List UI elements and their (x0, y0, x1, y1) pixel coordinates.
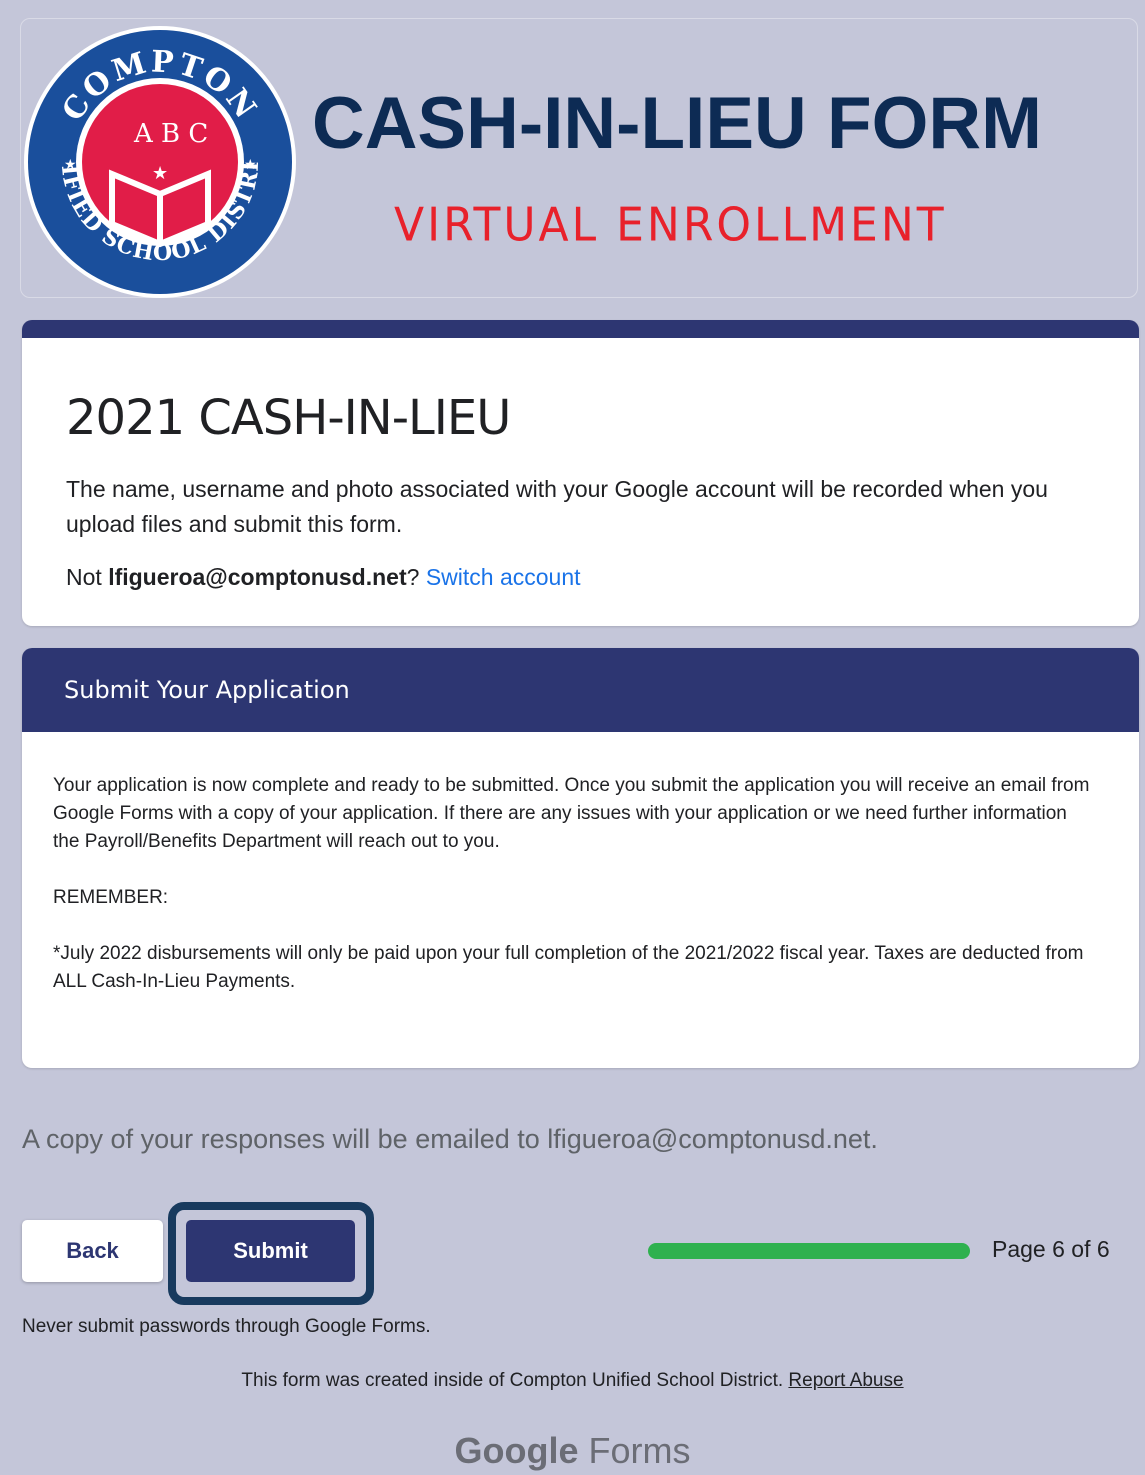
banner-title: CASH-IN-LIEU FORM (312, 83, 1042, 164)
account-suffix: ? (406, 564, 426, 590)
section-heading: Submit Your Application (22, 648, 1139, 732)
district-seal-logo: COMPTON UNIFIED SCHOOL DISTRICT ★ ★ A B … (22, 24, 296, 298)
report-abuse-link[interactable]: Report Abuse (788, 1370, 903, 1391)
section-paragraph: *July 2022 disbursements will only be pa… (53, 943, 1084, 992)
back-button[interactable]: Back (22, 1220, 163, 1282)
svg-text:★: ★ (64, 156, 77, 172)
account-line: Not lfigueroa@comptonusd.net? Switch acc… (66, 564, 581, 591)
account-prefix: Not (66, 564, 109, 590)
footer: This form was created inside of Compton … (0, 1370, 1145, 1392)
form-title: 2021 CASH-IN-LIEU (66, 390, 511, 446)
password-warning: Never submit passwords through Google Fo… (22, 1316, 431, 1337)
forms-wordmark: Forms (578, 1430, 691, 1471)
page-indicator: Page 6 of 6 (992, 1236, 1110, 1262)
section-paragraph: REMEMBER: (53, 887, 169, 908)
banner-subtitle: VIRTUAL ENROLLMENT (394, 198, 947, 253)
google-wordmark: Google (454, 1430, 579, 1471)
section-paragraph: Your application is now complete and rea… (53, 775, 1090, 852)
progress-bar (648, 1243, 970, 1259)
svg-text:★: ★ (244, 156, 257, 172)
account-email: lfigueroa@comptonusd.net (108, 564, 407, 590)
account-recording-notice: The name, username and photo associated … (66, 476, 1048, 537)
submit-button[interactable]: Submit (186, 1220, 355, 1282)
svg-text:A B C: A B C (133, 119, 208, 149)
footer-text: This form was created inside of Compton … (241, 1370, 789, 1391)
google-forms-logo[interactable]: Google Forms (0, 1430, 1145, 1472)
copy-responses-note: A copy of your responses will be emailed… (22, 1124, 878, 1154)
svg-text:★: ★ (152, 163, 168, 183)
form-header-card: 2021 CASH-IN-LIEU The name, username and… (22, 320, 1139, 626)
progress-fill (648, 1243, 970, 1259)
section-description: Your application is now complete and rea… (53, 772, 1093, 1024)
switch-account-link[interactable]: Switch account (426, 564, 581, 590)
submit-section-card: Submit Your Application Your application… (22, 648, 1139, 1068)
